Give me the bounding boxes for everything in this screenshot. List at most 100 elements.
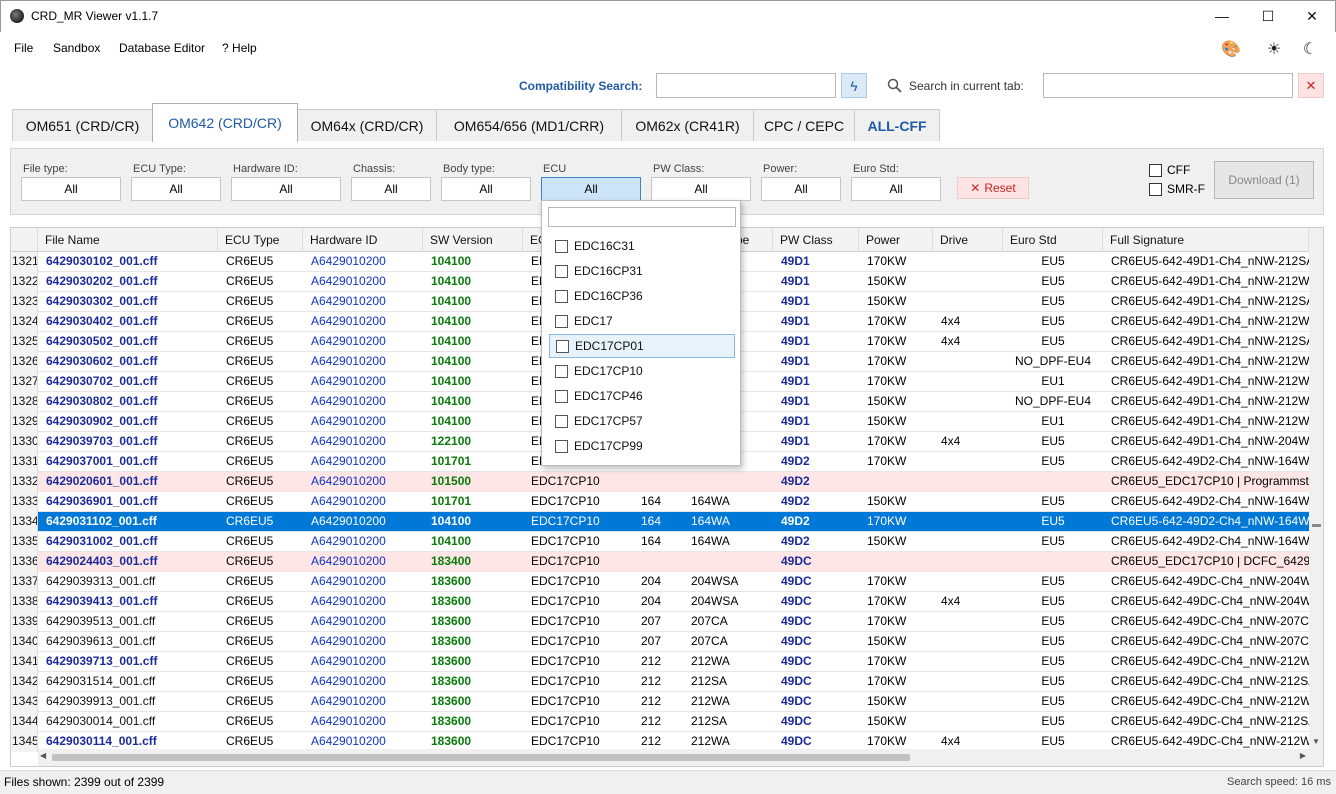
ecu-option[interactable]: EDC17CP01 xyxy=(549,334,735,358)
cell-sw: 183600 xyxy=(431,694,472,708)
sun-icon[interactable]: ☀ xyxy=(1265,40,1283,58)
cell-ecu_type: CR6EU5 xyxy=(226,254,274,268)
search-current-tab-input[interactable] xyxy=(1043,73,1293,98)
cell-ecu: EDC17CP10 xyxy=(531,674,600,688)
tab-cpc-cepc[interactable]: CPC / CEPC xyxy=(753,109,855,141)
column-header[interactable]: SW Version xyxy=(423,228,523,252)
ecu-option-checkbox[interactable] xyxy=(555,389,568,403)
table-row[interactable]: 1340 6429039613_001.cff CR6EU5 A6429010200 1… xyxy=(11,632,1309,652)
cell-drive: 4x4 xyxy=(941,334,961,348)
close-icon: ✕ xyxy=(970,181,981,195)
column-header[interactable]: PW Class xyxy=(773,228,859,252)
pw-class-filter[interactable]: All xyxy=(651,177,751,201)
tab-om654-656[interactable]: OM654/656 (MD1/CRR) xyxy=(436,109,622,141)
column-header[interactable]: Power xyxy=(859,228,933,252)
cell-power xyxy=(859,472,933,492)
cell-ch xyxy=(633,472,683,492)
compatibility-search-input[interactable] xyxy=(656,73,836,98)
ecu-option-checkbox[interactable] xyxy=(556,339,569,353)
cell-sig: CR6EU5-642-49D2-Ch4_nNW-164WA xyxy=(1111,514,1309,528)
tab-om64x[interactable]: OM64x (CRD/CR) xyxy=(297,109,437,141)
cell-sw: 183600 xyxy=(431,574,472,588)
chassis-filter[interactable]: All xyxy=(351,177,431,201)
cell-hw: A6429010200 xyxy=(311,274,386,288)
power-filter[interactable]: All xyxy=(761,177,841,201)
clear-search-icon[interactable]: ✕ xyxy=(1298,73,1324,98)
cell-ecu: EDC17CP10 xyxy=(523,552,633,572)
ecu-option[interactable]: EDC17CP99 xyxy=(549,434,735,458)
cff-checkbox[interactable] xyxy=(1149,164,1162,177)
table-row[interactable]: 1338 6429039413_001.cff CR6EU5 A6429010200 1… xyxy=(11,592,1309,612)
table-row[interactable]: 1333 6429036901_001.cff CR6EU5 A6429010200 1… xyxy=(11,492,1309,512)
hardware-id-filter[interactable]: All xyxy=(231,177,341,201)
smr-f-checkbox[interactable] xyxy=(1149,183,1162,196)
column-header[interactable]: File Name xyxy=(38,228,218,252)
ecu-option[interactable]: EDC17CP10 xyxy=(549,359,735,383)
menu-database-editor[interactable]: Database Editor xyxy=(119,41,205,55)
ecu-option-checkbox[interactable] xyxy=(555,264,568,278)
ecu-option-checkbox[interactable] xyxy=(555,439,568,453)
column-header[interactable]: Full Signature xyxy=(1103,228,1309,252)
ecu-option-checkbox[interactable] xyxy=(555,239,568,253)
vertical-scrollbar[interactable]: ▼ xyxy=(1309,228,1323,766)
ecu-type-filter[interactable]: All xyxy=(131,177,221,201)
column-header[interactable]: Drive xyxy=(933,228,1003,252)
palette-icon[interactable]: 🎨 xyxy=(1221,40,1241,58)
ecu-option-checkbox[interactable] xyxy=(555,414,568,428)
tab-om642[interactable]: OM642 (CRD/CR) xyxy=(152,103,298,142)
ecu-option[interactable]: EDC16CP31 xyxy=(549,259,735,283)
cell-pwc: 49DC xyxy=(781,714,812,728)
ecu-option-checkbox[interactable] xyxy=(555,289,568,303)
files-shown-status: Files shown: 2399 out of 2399 xyxy=(4,775,165,789)
download-button[interactable]: Download (1) xyxy=(1214,161,1314,199)
ecu-filter[interactable]: All xyxy=(541,177,641,201)
ecu-option[interactable]: EDC17CP46 xyxy=(549,384,735,408)
close-button[interactable]: ✕ xyxy=(1289,1,1335,31)
tab-om62x[interactable]: OM62x (CR41R) xyxy=(621,109,754,141)
cell-euro: EU1 xyxy=(1041,414,1065,428)
menu-sandbox[interactable]: Sandbox xyxy=(53,41,100,55)
cell-pwc: 49D2 xyxy=(781,514,810,528)
horizontal-scrollbar[interactable]: ◀ ▶ xyxy=(38,749,1309,766)
menu-file[interactable]: File xyxy=(14,41,33,55)
table-row[interactable]: 1343 6429039913_001.cff CR6EU5 A6429010200 1… xyxy=(11,692,1309,712)
maximize-button[interactable]: ☐ xyxy=(1245,1,1291,31)
table-row[interactable]: 1332 6429020601_001.cff CR6EU5 A6429010200 1… xyxy=(11,472,1309,492)
minimize-button[interactable]: — xyxy=(1199,1,1245,31)
cell-drive xyxy=(933,472,1003,492)
ecu-option-checkbox[interactable] xyxy=(555,364,568,378)
euro-std-filter[interactable]: All xyxy=(851,177,941,201)
lightning-icon[interactable]: ϟ xyxy=(841,73,867,98)
ecu-option[interactable]: EDC16CP36 xyxy=(549,284,735,308)
cell-hw: A6429010200 xyxy=(311,434,386,448)
menu-help[interactable]: ? Help xyxy=(222,41,257,55)
body-type-filter[interactable]: All xyxy=(441,177,531,201)
cell-hw: A6429010200 xyxy=(311,674,386,688)
tab-all-cff[interactable]: ALL-CFF xyxy=(854,109,940,141)
scroll-thumb[interactable] xyxy=(52,754,910,761)
column-header[interactable]: Euro Std xyxy=(1003,228,1103,252)
table-row[interactable]: 1334 6429031102_001.cff CR6EU5 A6429010200 1… xyxy=(11,512,1309,532)
tab-om651[interactable]: OM651 (CRD/CR) xyxy=(12,109,153,141)
table-row[interactable]: 1342 6429031514_001.cff CR6EU5 A6429010200 1… xyxy=(11,672,1309,692)
ecu-option[interactable]: EDC16C31 xyxy=(549,234,735,258)
moon-icon[interactable]: ☾ xyxy=(1301,40,1319,58)
reset-button[interactable]: ✕ Reset xyxy=(957,177,1029,199)
table-row[interactable]: 1344 6429030014_001.cff CR6EU5 A6429010200 1… xyxy=(11,712,1309,732)
column-header[interactable]: Hardware ID xyxy=(303,228,423,252)
file-type-filter[interactable]: All xyxy=(21,177,121,201)
ecu-option[interactable]: EDC17 xyxy=(549,309,735,333)
cell-ecu: EDC17CP10 xyxy=(531,614,600,628)
cell-pwc: 49D1 xyxy=(781,414,810,428)
column-header[interactable]: ECU Type xyxy=(218,228,303,252)
table-row[interactable]: 1336 6429024403_001.cff CR6EU5 A6429010200 1… xyxy=(11,552,1309,572)
table-row[interactable]: 1339 6429039513_001.cff CR6EU5 A6429010200 1… xyxy=(11,612,1309,632)
table-row[interactable]: 1341 6429039713_001.cff CR6EU5 A6429010200 1… xyxy=(11,652,1309,672)
ecu-option-checkbox[interactable] xyxy=(555,314,568,328)
ecu-option[interactable]: EDC17CP57 xyxy=(549,409,735,433)
table-row[interactable]: 1337 6429039313_001.cff CR6EU5 A6429010200 1… xyxy=(11,572,1309,592)
row-number: 1331 xyxy=(11,452,38,472)
ecu-dropdown-search[interactable] xyxy=(548,207,736,227)
cell-hw: A6429010200 xyxy=(311,414,386,428)
table-row[interactable]: 1335 6429031002_001.cff CR6EU5 A6429010200 1… xyxy=(11,532,1309,552)
